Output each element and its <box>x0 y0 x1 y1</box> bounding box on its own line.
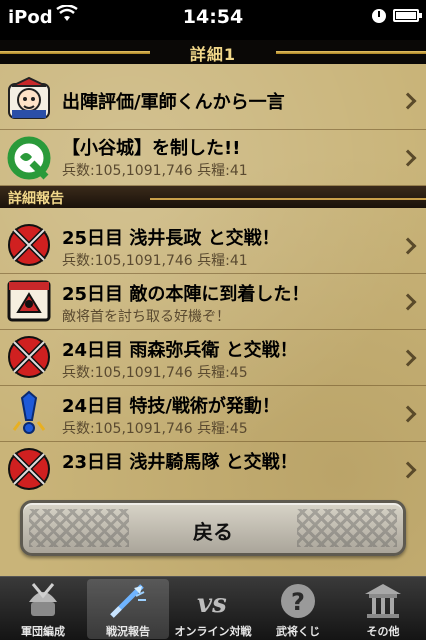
tab-other[interactable]: その他 <box>342 579 424 639</box>
report-title: 24日目 特技/戦術が発動！ <box>62 396 280 417</box>
report-row[interactable]: 23日目 浅井騎馬隊 と交戦！ <box>0 442 426 498</box>
report-subtitle: 兵数:105,1091,746 兵糧:41 <box>62 253 248 269</box>
chevron-right-icon <box>399 92 417 110</box>
tab-battle-report[interactable]: 戦況報告 <box>87 579 169 639</box>
tab-label: 軍団編成 <box>21 625 65 638</box>
tab-bar: 軍団編成 戦況報告 vs オンライン対戦 ? 武将くじ その他 <box>0 576 426 640</box>
back-button-label: 戻る <box>193 520 233 544</box>
sword-icon <box>110 584 146 618</box>
chevron-right-icon <box>399 405 417 423</box>
report-row[interactable]: 25日目 浅井長政 と交戦！ 兵数:105,1091,746 兵糧:41 <box>0 218 426 274</box>
chevron-right-icon <box>399 149 417 167</box>
vs-icon: vs <box>197 589 227 619</box>
main-content: 出陣評価/軍師くんから一言 【小谷城】を制した!! 兵数:105,1091,74… <box>0 64 426 576</box>
samurai-helmet-icon <box>29 583 57 616</box>
tab-label: オンライン対戦 <box>174 625 252 638</box>
result-title: 【小谷城】を制した!! <box>62 138 241 159</box>
tab-label: 武将くじ <box>276 625 320 638</box>
battery-icon <box>393 9 422 22</box>
advisor-icon <box>8 76 50 119</box>
crossed-swords-icon <box>8 448 50 490</box>
section-header: 詳細報告 <box>0 186 426 208</box>
alarm-clock-icon <box>372 9 386 23</box>
report-title: 25日目 浅井長政 と交戦！ <box>62 228 280 249</box>
chevron-right-icon <box>399 349 417 367</box>
summary-row-result[interactable]: 【小谷城】を制した!! 兵数:105,1091,746 兵糧:41 <box>0 130 426 186</box>
report-row[interactable]: 24日目 特技/戦術が発動！ 兵数:105,1091,746 兵糧:45 <box>0 386 426 442</box>
page-title: 詳細1 <box>189 45 237 64</box>
report-subtitle: 兵数:105,1091,746 兵糧:45 <box>62 421 248 437</box>
report-row[interactable]: 25日目 敵の本陣に到着した！ 敵将首を討ち取る好機ぞ！ <box>0 274 426 330</box>
report-subtitle: 敵将首を討ち取る好機ぞ！ <box>62 309 230 325</box>
shrine-icon <box>365 584 401 618</box>
exclamation-icon <box>12 390 46 434</box>
summary-row-advisor[interactable]: 出陣評価/軍師くんから一言 <box>0 70 426 130</box>
chevron-right-icon <box>399 461 417 479</box>
tab-label: 戦況報告 <box>106 625 150 638</box>
green-q-icon <box>7 136 51 180</box>
tab-label: その他 <box>366 625 400 638</box>
report-title: 24日目 雨森弥兵衛 と交戦！ <box>62 340 298 361</box>
section-label: 詳細報告 <box>8 191 64 207</box>
status-bar: iPod 14:54 <box>0 0 426 40</box>
svg-text:vs: vs <box>197 589 227 619</box>
chevron-right-icon <box>399 293 417 311</box>
enemy-camp-icon <box>7 280 51 322</box>
report-title: 25日目 敵の本陣に到着した！ <box>62 284 310 305</box>
tab-online-battle[interactable]: vs オンライン対戦 <box>172 579 254 639</box>
app-header: 詳細1 <box>0 40 426 64</box>
crossed-swords-icon <box>8 336 50 378</box>
report-subtitle: 兵数:105,1091,746 兵糧:45 <box>62 365 248 381</box>
back-button[interactable]: 戻る <box>20 500 406 556</box>
crossed-swords-icon <box>8 224 50 266</box>
question-mark-icon: ? <box>281 584 315 618</box>
clock-time: 14:54 <box>182 6 244 28</box>
tab-general-lottery[interactable]: ? 武将くじ <box>257 579 339 639</box>
report-row[interactable]: 24日目 雨森弥兵衛 と交戦！ 兵数:105,1091,746 兵糧:45 <box>0 330 426 386</box>
summary-title: 出陣評価/軍師くんから一言 <box>62 92 285 113</box>
svg-text:?: ? <box>291 588 305 616</box>
chevron-right-icon <box>399 237 417 255</box>
tab-army[interactable]: 軍団編成 <box>2 579 84 639</box>
report-title: 23日目 浅井騎馬隊 と交戦！ <box>62 452 298 473</box>
result-subtitle: 兵数:105,1091,746 兵糧:41 <box>62 163 248 179</box>
